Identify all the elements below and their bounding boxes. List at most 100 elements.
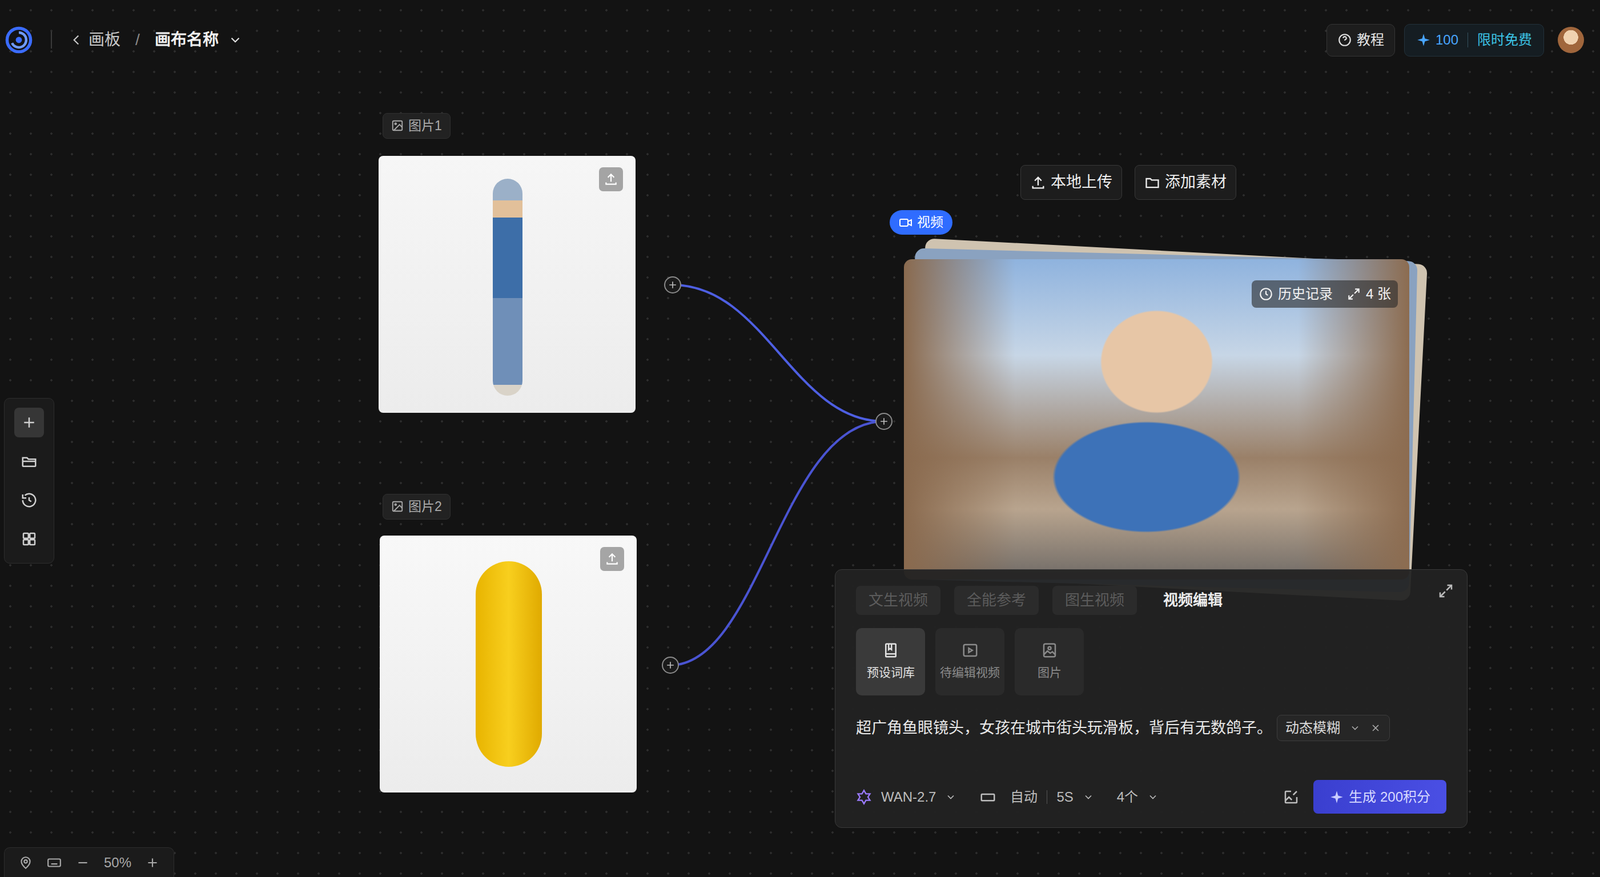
zoom-in-icon[interactable] <box>145 855 160 871</box>
chip-label[interactable]: 动态模糊 <box>1285 717 1341 739</box>
keyboard-icon[interactable] <box>46 855 62 871</box>
source-buttons: 预设词库 待编辑视频 图片 <box>855 628 1447 696</box>
image-icon <box>391 119 404 132</box>
image-icon <box>391 500 404 513</box>
upload-button[interactable] <box>599 167 623 192</box>
breadcrumb-separator: / <box>135 27 140 52</box>
photo <box>379 535 637 793</box>
aspect-ratio-icon <box>979 788 997 806</box>
add-material-button[interactable]: 添加素材 <box>1134 165 1237 200</box>
plus-icon <box>666 279 679 291</box>
source-button[interactable]: 图片 <box>1014 628 1084 696</box>
count-select[interactable]: 4个 <box>1116 786 1159 808</box>
sparkle-icon <box>1329 789 1345 805</box>
promo-label[interactable]: 限时免费 <box>1477 29 1533 51</box>
locate-icon[interactable] <box>18 855 34 871</box>
image-node[interactable] <box>379 535 637 793</box>
upload-button[interactable] <box>600 547 625 572</box>
close-icon[interactable] <box>1369 722 1382 734</box>
prompt-text[interactable]: 超广角鱼眼镜头，女孩在城市街头玩滑板，背后有无数鸽子。 <box>855 716 1273 741</box>
tutorial-button[interactable]: 教程 <box>1326 23 1396 57</box>
tutorial-label[interactable]: 教程 <box>1356 29 1385 51</box>
grid-icon <box>20 530 38 548</box>
model-icon <box>855 789 872 806</box>
count-label[interactable]: 4个 <box>1116 786 1139 808</box>
result-tools: 历史记录 4 张 <box>1251 280 1398 308</box>
add-button[interactable] <box>14 407 44 438</box>
chevron-down-icon[interactable] <box>1349 722 1361 734</box>
image-icon <box>1040 641 1059 659</box>
sparkle-icon <box>1416 32 1431 48</box>
avatar[interactable] <box>1557 26 1585 54</box>
chevron-left-icon <box>69 32 84 48</box>
video-file-icon <box>961 641 979 659</box>
chevron-down-icon <box>945 791 957 803</box>
editor-panel: 文生视频全能参考图生视频视频编辑 预设词库 待编辑视频 图片 超广角鱼眼镜头，女孩在… <box>834 569 1468 828</box>
upload-icon <box>604 551 620 567</box>
history-label[interactable]: 历史记录 <box>1277 283 1333 305</box>
zoom-bar: 50% <box>3 847 175 877</box>
folder-icon <box>20 452 38 470</box>
source-button[interactable]: 待编辑视频 <box>935 628 1005 696</box>
generate-button[interactable]: 生成 200积分 <box>1313 780 1447 814</box>
effect-chip[interactable]: 动态模糊 <box>1276 714 1390 742</box>
canvas-name[interactable]: 画布名称 <box>154 27 219 52</box>
chevron-down-icon <box>1082 791 1095 803</box>
count-button[interactable]: 4 张 <box>1346 283 1392 305</box>
upload-icon <box>603 171 619 187</box>
add-material-label[interactable]: 添加素材 <box>1164 170 1227 195</box>
node-label[interactable]: 图片1 <box>382 113 451 139</box>
settings-select[interactable]: 自动 5S <box>979 786 1094 808</box>
zoom-out-icon[interactable] <box>75 855 91 871</box>
source-label[interactable]: 图片 <box>1037 663 1062 682</box>
image-edit-icon[interactable] <box>1282 788 1300 806</box>
badge-label: 视频 <box>917 212 944 233</box>
mode-tab[interactable]: 文生视频 <box>855 585 941 615</box>
node-title[interactable]: 图片2 <box>408 496 442 517</box>
chevron-down-icon[interactable] <box>227 32 243 48</box>
plus-icon <box>878 415 890 428</box>
left-toolbar <box>3 398 55 564</box>
generate-label[interactable]: 生成 200积分 <box>1348 786 1431 808</box>
output-port[interactable] <box>664 276 682 294</box>
apps-button[interactable] <box>14 524 44 554</box>
credits-count: 100 <box>1435 29 1459 51</box>
duration-label[interactable]: 5S <box>1056 786 1073 808</box>
credits-pill[interactable]: 100 限时免费 <box>1404 23 1545 57</box>
mode-tab[interactable]: 图生视频 <box>1052 585 1137 615</box>
assets-button[interactable] <box>14 446 44 477</box>
source-button[interactable]: 预设词库 <box>855 628 926 696</box>
local-upload-button[interactable]: 本地上传 <box>1020 165 1123 200</box>
mode-tab[interactable]: 视频编辑 <box>1150 585 1236 615</box>
output-port[interactable] <box>661 656 679 674</box>
book-icon <box>882 641 900 659</box>
history-button[interactable] <box>14 485 44 516</box>
expand-icon[interactable] <box>1437 582 1455 600</box>
video-icon <box>898 215 913 230</box>
node-title[interactable]: 图片1 <box>408 115 442 136</box>
photo <box>378 155 636 413</box>
prompt-row[interactable]: 超广角鱼眼镜头，女孩在城市街头玩滑板，背后有无数鸽子。 动态模糊 <box>855 714 1447 742</box>
count-label[interactable]: 4 张 <box>1365 283 1392 305</box>
model-select[interactable]: WAN-2.7 <box>855 786 957 808</box>
input-port[interactable] <box>875 412 893 430</box>
video-result[interactable]: 历史记录 4 张 <box>903 259 1410 580</box>
zoom-level: 50% <box>103 852 132 874</box>
source-label[interactable]: 预设词库 <box>866 663 915 682</box>
back-link[interactable]: 画板 <box>69 29 121 51</box>
node-label[interactable]: 图片2 <box>382 493 451 520</box>
back-label[interactable]: 画板 <box>88 29 121 51</box>
upload-label[interactable]: 本地上传 <box>1050 170 1113 195</box>
logo-icon[interactable] <box>3 25 34 55</box>
clock-icon <box>1258 286 1274 302</box>
ratio-label[interactable]: 自动 <box>1010 786 1038 808</box>
option-row: WAN-2.7 自动 5S 4个 <box>855 780 1447 814</box>
model-label[interactable]: WAN-2.7 <box>881 786 936 808</box>
mode-tab[interactable]: 全能参考 <box>954 585 1039 615</box>
history-button[interactable]: 历史记录 <box>1258 283 1333 305</box>
image-node[interactable] <box>378 155 636 413</box>
canvas-name-menu[interactable]: 画布名称 <box>154 27 243 52</box>
folder-icon <box>1144 174 1161 191</box>
canvas[interactable]: 画板 / 画布名称 教程 100 限时免费 <box>0 0 1600 877</box>
source-label[interactable]: 待编辑视频 <box>939 663 1000 682</box>
